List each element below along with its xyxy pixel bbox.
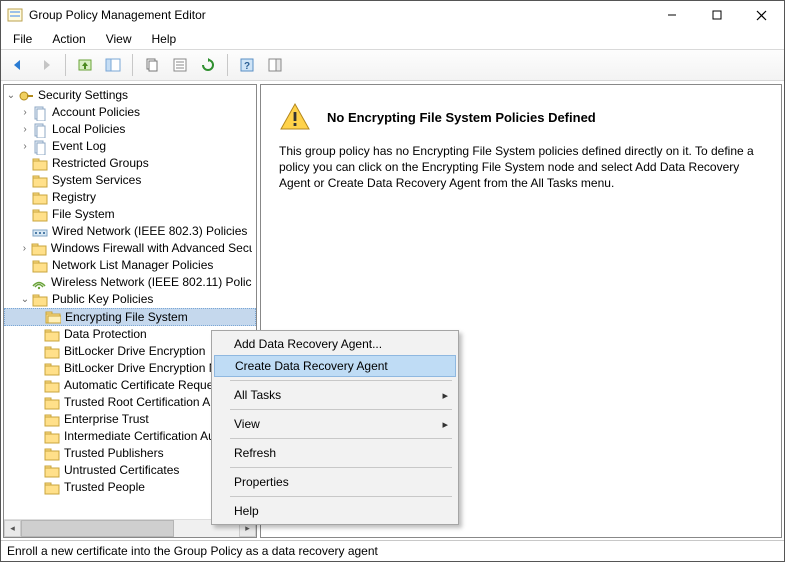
security-icon: [18, 88, 34, 104]
menu-view[interactable]: View: [98, 30, 140, 48]
refresh-button[interactable]: [195, 52, 221, 78]
folder-icon: [31, 241, 47, 257]
cm-separator: [230, 467, 452, 468]
warning-icon: [279, 101, 311, 133]
help-button[interactable]: ?: [234, 52, 260, 78]
cm-add-data-recovery-agent[interactable]: Add Data Recovery Agent...: [214, 333, 456, 355]
menu-file[interactable]: File: [5, 30, 40, 48]
cm-view[interactable]: View: [214, 413, 456, 435]
tree-item[interactable]: ›File System: [4, 206, 256, 223]
folder-icon: [44, 463, 60, 479]
policy-icon: [32, 139, 48, 155]
expand-icon[interactable]: ›: [18, 138, 32, 155]
expand-icon[interactable]: ›: [18, 104, 32, 121]
window-title: Group Policy Management Editor: [29, 8, 206, 22]
scroll-thumb[interactable]: [21, 520, 174, 537]
wireless-icon: [31, 275, 47, 291]
folder-icon: [44, 480, 60, 496]
statusbar: Enroll a new certificate into the Group …: [1, 540, 784, 561]
tree-item[interactable]: ›Event Log: [4, 138, 256, 155]
show-hide-tree-button[interactable]: [100, 52, 126, 78]
forward-button[interactable]: [33, 52, 59, 78]
toolbar: ?: [1, 49, 784, 81]
folder-icon: [44, 327, 60, 343]
tree-root-label: Security Settings: [38, 87, 128, 104]
folder-icon: [32, 156, 48, 172]
up-button[interactable]: [72, 52, 98, 78]
folder-icon: [32, 173, 48, 189]
tree-item[interactable]: ›System Services: [4, 172, 256, 189]
policy-icon: [32, 105, 48, 121]
action-pane-button[interactable]: [262, 52, 288, 78]
folder-icon: [44, 344, 60, 360]
tree-item[interactable]: ›Registry: [4, 189, 256, 206]
back-button[interactable]: [5, 52, 31, 78]
cm-help[interactable]: Help: [214, 500, 456, 522]
folder-open-icon: [45, 309, 61, 325]
titlebar: Group Policy Management Editor: [1, 1, 784, 29]
tree-item[interactable]: ›Windows Firewall with Advanced Security: [4, 240, 256, 257]
menu-action[interactable]: Action: [44, 30, 93, 48]
expand-icon[interactable]: ›: [18, 121, 32, 138]
policy-icon: [32, 122, 48, 138]
collapse-icon[interactable]: ⌄: [18, 291, 32, 308]
cm-refresh[interactable]: Refresh: [214, 442, 456, 464]
cm-create-data-recovery-agent[interactable]: Create Data Recovery Agent: [214, 355, 456, 377]
scroll-track[interactable]: [21, 520, 239, 537]
collapse-icon[interactable]: ⌄: [4, 87, 18, 104]
folder-icon: [32, 190, 48, 206]
folder-icon: [44, 361, 60, 377]
folder-icon: [32, 258, 48, 274]
tree-item[interactable]: ›Restricted Groups: [4, 155, 256, 172]
status-text: Enroll a new certificate into the Group …: [7, 544, 378, 558]
content-body: This group policy has no Encrypting File…: [279, 143, 763, 192]
tree-item[interactable]: ›Wired Network (IEEE 802.3) Policies: [4, 223, 256, 240]
app-icon: [7, 7, 23, 23]
maximize-button[interactable]: [694, 1, 739, 29]
tree-item[interactable]: ›Account Policies: [4, 104, 256, 121]
network-icon: [32, 224, 48, 240]
folder-icon: [32, 292, 48, 308]
expand-icon[interactable]: ›: [18, 240, 31, 257]
folder-icon: [44, 395, 60, 411]
folder-icon: [32, 207, 48, 223]
cm-all-tasks[interactable]: All Tasks: [214, 384, 456, 406]
folder-icon: [44, 429, 60, 445]
cm-separator: [230, 438, 452, 439]
tree-item-public-key[interactable]: ⌄Public Key Policies: [4, 291, 256, 308]
window-controls: [649, 1, 784, 29]
cm-separator: [230, 496, 452, 497]
folder-icon: [44, 412, 60, 428]
close-button[interactable]: [739, 1, 784, 29]
tree-item[interactable]: ›Wireless Network (IEEE 802.11) Policies: [4, 274, 256, 291]
menubar: File Action View Help: [1, 29, 784, 49]
menu-help[interactable]: Help: [144, 30, 185, 48]
folder-icon: [44, 378, 60, 394]
folder-icon: [44, 446, 60, 462]
svg-text:?: ?: [244, 61, 250, 72]
cm-separator: [230, 409, 452, 410]
context-menu: Add Data Recovery Agent... Create Data R…: [211, 330, 459, 525]
tree-item-efs[interactable]: Encrypting File System: [4, 308, 256, 326]
tree-item[interactable]: ›Network List Manager Policies: [4, 257, 256, 274]
tree-root[interactable]: ⌄ Security Settings: [4, 87, 256, 104]
cm-separator: [230, 380, 452, 381]
content-title: No Encrypting File System Policies Defin…: [327, 110, 596, 125]
minimize-button[interactable]: [649, 1, 694, 29]
cm-properties[interactable]: Properties: [214, 471, 456, 493]
tree-item[interactable]: ›Local Policies: [4, 121, 256, 138]
window: Group Policy Management Editor File Acti…: [0, 0, 785, 562]
copy-button[interactable]: [139, 52, 165, 78]
properties-button[interactable]: [167, 52, 193, 78]
scroll-left-button[interactable]: ◂: [4, 520, 21, 537]
